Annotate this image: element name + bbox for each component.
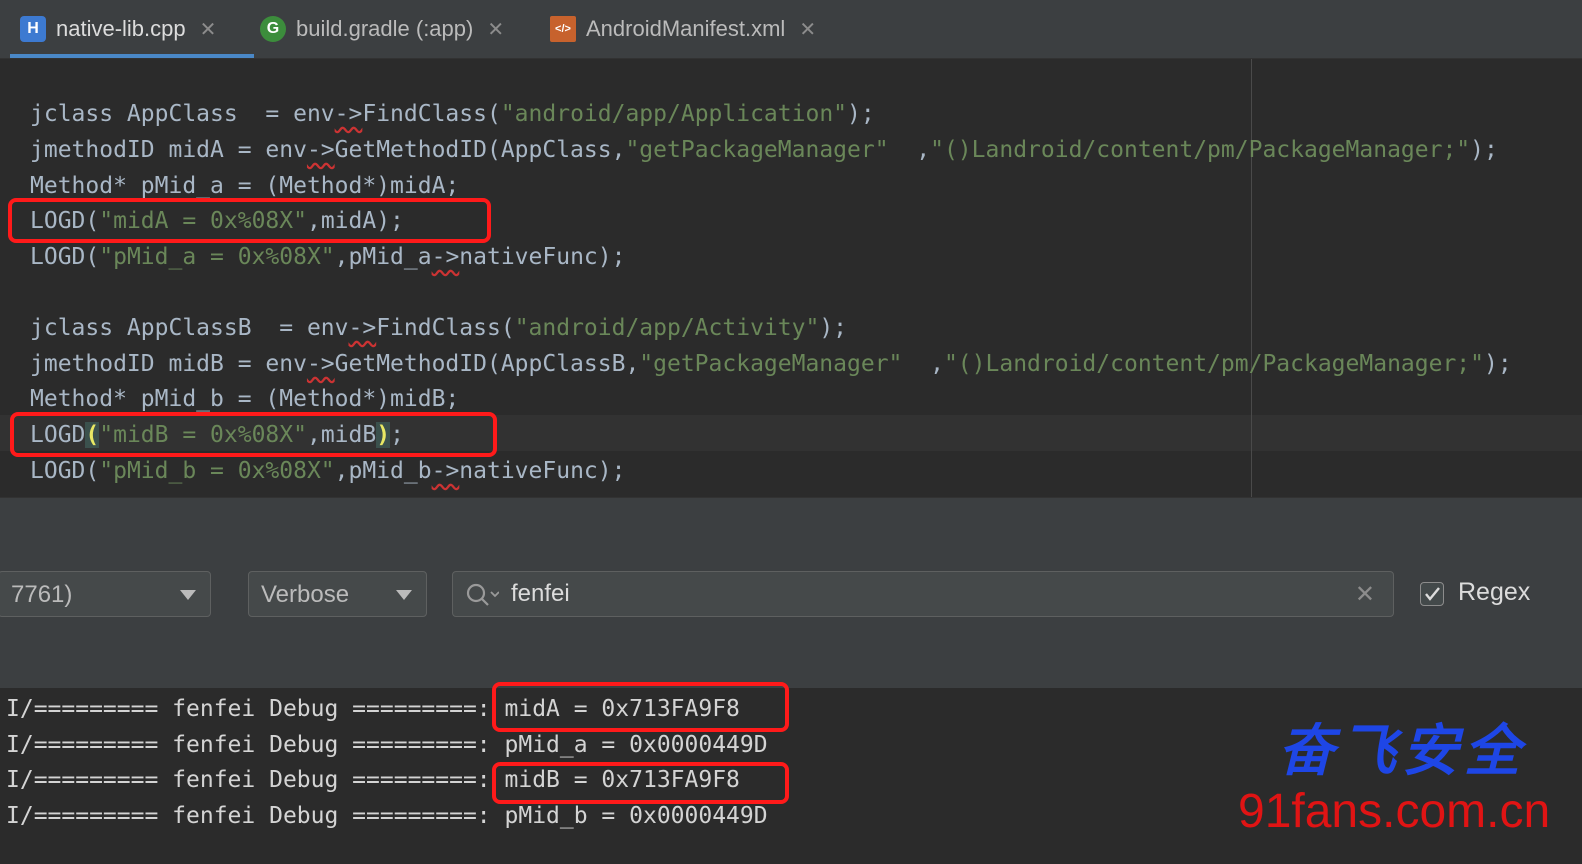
code-text: ,pMid_a (334, 244, 432, 270)
code-line[interactable]: Method* pMid_b = (Method*)midB; (30, 382, 459, 416)
code-line[interactable]: jmethodID midA = env->GetMethodID(AppCla… (30, 133, 1498, 167)
code-text: LOGD( (30, 244, 100, 270)
code-text: jmethodID midA = env (30, 137, 307, 163)
annotation-box (10, 412, 497, 457)
tab-native-lib-cpp[interactable]: H native-lib.cpp ✕ (10, 0, 254, 58)
code-text: nativeFunc); (459, 244, 626, 270)
annotation-box (8, 198, 491, 243)
log-message: pMid_b = 0x0000449D (504, 803, 768, 829)
code-line[interactable]: jmethodID midB = env->GetMethodID(AppCla… (30, 347, 1512, 381)
tab-label: build.gradle (:app) (296, 16, 474, 41)
string-literal: "pMid_b = 0x%08X" (99, 458, 335, 484)
process-value: 7761) (11, 581, 73, 608)
code-operator: -> (348, 315, 377, 341)
code-text: ); (1470, 137, 1498, 163)
chevron-down-icon (180, 590, 196, 600)
chevron-down-icon (396, 590, 412, 600)
string-literal: "android/app/Activity" (514, 315, 820, 341)
code-text: , (888, 137, 931, 163)
code-line[interactable]: jclass AppClass = env->FindClass("androi… (30, 97, 875, 131)
code-operator: -> (431, 244, 460, 270)
panel-divider (0, 497, 1582, 554)
code-text: ,pMid_b (334, 458, 432, 484)
log-prefix: I/========= fenfei Debug =========: (6, 767, 505, 793)
log-prefix: I/========= fenfei Debug =========: (6, 803, 505, 829)
cpp-header-file-icon: H (20, 16, 46, 42)
clear-search-icon[interactable]: ✕ (1355, 580, 1375, 609)
code-text: jclass AppClass = env (30, 101, 335, 127)
string-literal: "()Landroid/content/pm/PackageManager;" (930, 137, 1471, 163)
log-level-value: Verbose (261, 581, 350, 608)
annotation-box (492, 682, 789, 732)
search-input[interactable] (511, 572, 1291, 616)
log-prefix: I/========= fenfei Debug =========: (6, 732, 505, 758)
checkmark-icon (1425, 587, 1440, 601)
right-margin-guide (1251, 59, 1252, 497)
code-line[interactable]: LOGD("pMid_a = 0x%08X",pMid_a->nativeFun… (30, 240, 625, 274)
tab-label: native-lib.cpp (56, 16, 186, 41)
code-text: nativeFunc); (459, 458, 626, 484)
watermark-chinese: 奋飞安全 (1278, 718, 1526, 784)
log-prefix: I/========= fenfei Debug =========: (6, 696, 505, 722)
code-text: GetMethodID(AppClass, (334, 137, 626, 163)
process-dropdown[interactable]: 7761) (0, 571, 211, 617)
xml-file-icon: </> (550, 16, 576, 42)
close-icon[interactable]: ✕ (799, 17, 816, 42)
code-operator: -> (334, 101, 363, 127)
log-line[interactable]: I/========= fenfei Debug =========: pMid… (6, 727, 768, 763)
code-text: FindClass( (376, 315, 515, 341)
tab-android-manifest[interactable]: </> AndroidManifest.xml ✕ (540, 0, 850, 58)
code-text: ); (847, 101, 875, 127)
code-text: jclass AppClassB = env (30, 315, 349, 341)
log-message: pMid_a = 0x0000449D (504, 732, 768, 758)
code-text: jmethodID midB = env (30, 351, 307, 377)
code-text: ); (819, 315, 848, 341)
code-text: FindClass( (362, 101, 501, 127)
gradle-file-icon: G (260, 16, 286, 42)
string-literal: "android/app/Application" (500, 101, 848, 127)
editor-tab-bar: H native-lib.cpp ✕ G build.gradle (:app)… (0, 0, 1582, 59)
tab-label: AndroidManifest.xml (586, 16, 786, 41)
code-line[interactable]: jclass AppClassB = env->FindClass("andro… (30, 311, 847, 345)
code-operator: -> (306, 137, 335, 163)
code-text: ); (1484, 351, 1512, 377)
code-text: LOGD( (30, 458, 100, 484)
logcat-search: ✕ (452, 571, 1394, 617)
string-literal: "pMid_a = 0x%08X" (99, 244, 335, 270)
code-text: , (902, 351, 944, 377)
regex-label[interactable]: Regex (1458, 578, 1530, 607)
string-literal: "getPackageManager" (639, 351, 903, 377)
log-level-dropdown[interactable]: Verbose (248, 571, 427, 617)
close-icon[interactable]: ✕ (200, 17, 217, 42)
watermark-url: 91fans.com.cn (1238, 785, 1551, 838)
code-text: GetMethodID(AppClassB, (334, 351, 640, 377)
code-line[interactable]: LOGD("pMid_b = 0x%08X",pMid_b->nativeFun… (30, 454, 625, 488)
annotation-box (492, 762, 789, 804)
close-icon[interactable]: ✕ (487, 17, 504, 42)
code-operator: -> (306, 351, 335, 377)
string-literal: "getPackageManager" (625, 137, 889, 163)
code-operator: -> (431, 458, 460, 484)
search-icon[interactable] (465, 582, 499, 608)
regex-checkbox[interactable] (1420, 582, 1444, 606)
tab-build-gradle[interactable]: G build.gradle (:app) ✕ (250, 0, 540, 58)
string-literal: "()Landroid/content/pm/PackageManager;" (943, 351, 1484, 377)
